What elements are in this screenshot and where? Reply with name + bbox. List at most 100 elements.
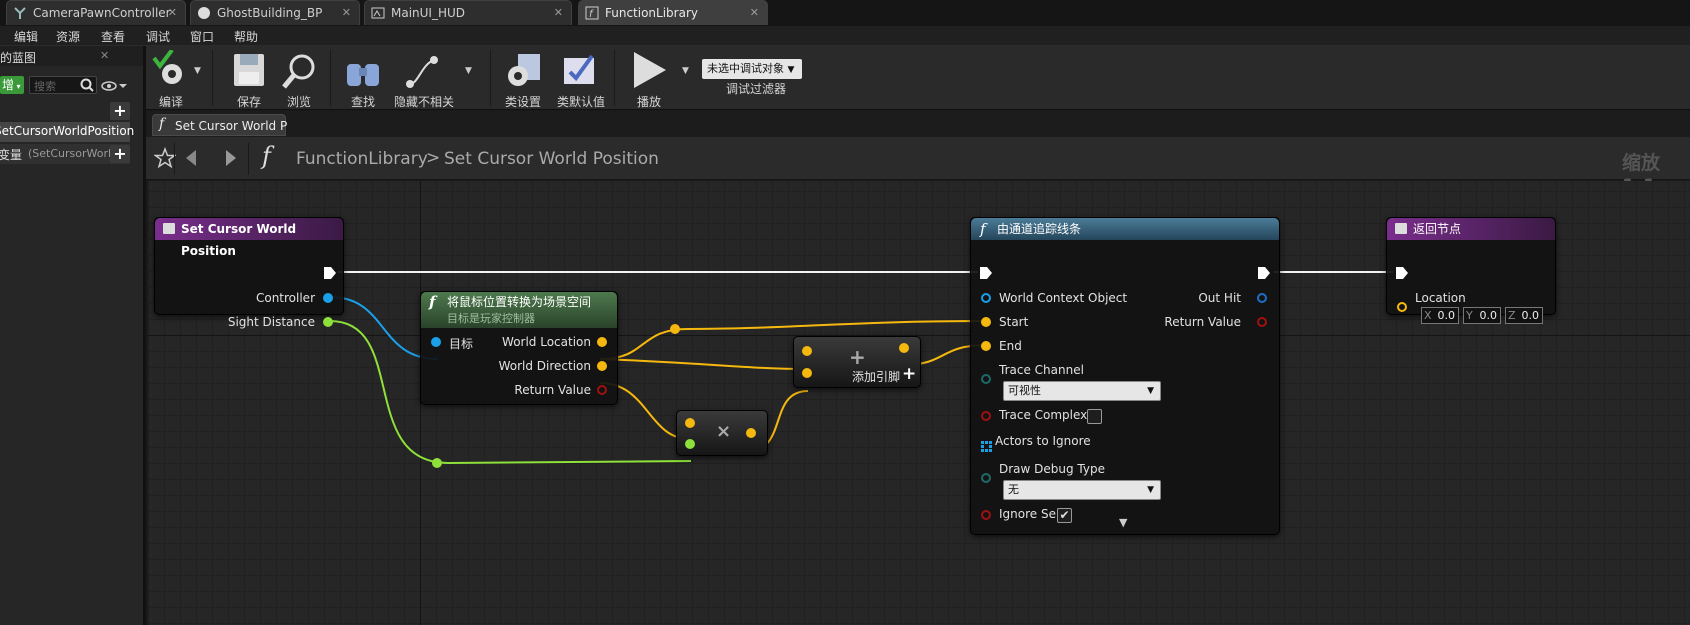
debug-object-value: 未选中调试对象 bbox=[707, 62, 784, 75]
graph-canvas[interactable]: Set Cursor World Position Controller Sig… bbox=[148, 181, 1690, 625]
menu-help[interactable]: 帮助 bbox=[234, 28, 258, 45]
add-output-pin[interactable] bbox=[899, 343, 909, 353]
function-icon: f bbox=[980, 220, 986, 238]
trace-complex-checkbox[interactable] bbox=[1087, 409, 1102, 424]
compile-button[interactable]: 编译 bbox=[144, 50, 198, 109]
controller-output-pin[interactable] bbox=[323, 293, 333, 303]
pin-label-return-value: Return Value bbox=[514, 383, 591, 397]
close-icon[interactable]: ✕ bbox=[554, 6, 563, 19]
exec-in-pin[interactable] bbox=[1395, 266, 1409, 280]
breadcrumb-root[interactable]: FunctionLibrary bbox=[296, 149, 428, 169]
dropdown-arrow-icon: ▾ bbox=[14, 82, 21, 91]
function-entry-node[interactable]: Set Cursor World Position Controller Sig… bbox=[154, 217, 344, 329]
add-input-a-pin[interactable] bbox=[802, 346, 812, 356]
return-value-output-pin[interactable] bbox=[597, 385, 607, 395]
toolbar-divider bbox=[330, 50, 331, 106]
pin-label-end: End bbox=[999, 339, 1022, 353]
menu-debug[interactable]: 调试 bbox=[146, 28, 170, 45]
toolbar-divider bbox=[174, 143, 175, 175]
hide-unrelated-chevron-icon[interactable]: ▼ bbox=[465, 66, 472, 76]
draw-debug-input-pin[interactable] bbox=[981, 473, 991, 483]
trace-complex-input-pin[interactable] bbox=[981, 411, 991, 421]
array-pin-icon[interactable] bbox=[981, 437, 992, 456]
search-placeholder: 搜索 bbox=[34, 80, 56, 93]
ignore-self-input-pin[interactable] bbox=[981, 510, 991, 520]
visibility-eye-icon[interactable] bbox=[101, 78, 127, 97]
tab-mainui-hud[interactable]: MainUI_HUD ✕ bbox=[364, 0, 572, 25]
add-new-button[interactable]: 增 ▾ bbox=[0, 76, 24, 94]
class-defaults-button[interactable]: 类默认值 bbox=[554, 50, 608, 109]
favorite-star-icon[interactable] bbox=[153, 146, 177, 173]
forward-arrow-icon[interactable] bbox=[220, 147, 240, 173]
function-list-item[interactable]: SetCursorWorldPosition bbox=[0, 122, 134, 142]
node-header: f 将鼠标位置转换为场景空间 目标是玩家控制器 bbox=[421, 292, 617, 328]
breadcrumb-current: Set Cursor World Position bbox=[444, 149, 659, 169]
sight-distance-output-pin[interactable] bbox=[323, 317, 333, 327]
add-function-button[interactable]: + bbox=[110, 102, 130, 120]
start-input-pin[interactable] bbox=[981, 317, 991, 327]
multiply-output-pin[interactable] bbox=[746, 428, 756, 438]
play-button[interactable]: 播放 bbox=[622, 50, 676, 109]
return-node[interactable]: 返回节点 Location X 0.0 Y 0.0 Z 0.0 bbox=[1386, 217, 1556, 324]
add-pin-plus-icon[interactable]: + bbox=[902, 364, 916, 384]
close-icon[interactable]: ✕ bbox=[100, 49, 109, 62]
close-icon[interactable]: ✕ bbox=[168, 6, 177, 19]
tab-label: CameraPawnController bbox=[33, 6, 171, 20]
graph-tab-set-cursor[interactable]: f Set Cursor World P bbox=[152, 114, 287, 136]
class-settings-button[interactable]: 类设置 bbox=[496, 50, 550, 109]
vector-z-field[interactable]: Z 0.0 bbox=[1505, 307, 1543, 324]
vector-multiply-node[interactable]: × bbox=[676, 410, 768, 456]
save-button[interactable]: 保存 bbox=[222, 50, 276, 109]
find-button[interactable]: 查找 bbox=[336, 50, 390, 109]
location-input-pin[interactable] bbox=[1397, 302, 1407, 312]
hide-unrelated-button[interactable]: 隐藏不相关 bbox=[392, 50, 456, 109]
deproject-mouse-node[interactable]: f 将鼠标位置转换为场景空间 目标是玩家控制器 目标 World Locatio… bbox=[420, 291, 618, 405]
back-arrow-icon[interactable] bbox=[182, 147, 202, 173]
vector-add-node[interactable]: + 添加引脚 + bbox=[793, 336, 921, 388]
exec-out-pin[interactable] bbox=[1257, 266, 1271, 280]
vector-x-value: 0.0 bbox=[1437, 309, 1456, 322]
multiply-input-a-pin[interactable] bbox=[685, 418, 695, 428]
debug-object-dropdown[interactable]: 未选中调试对象 ▼ bbox=[702, 59, 802, 79]
find-binoculars-icon bbox=[347, 64, 379, 86]
world-location-output-pin[interactable] bbox=[597, 337, 607, 347]
add-local-variable-button[interactable]: + bbox=[110, 145, 130, 163]
vector-z-value: 0.0 bbox=[1521, 309, 1540, 322]
vector-y-field[interactable]: Y 0.0 bbox=[1463, 307, 1501, 324]
add-input-b-pin[interactable] bbox=[802, 368, 812, 378]
target-input-pin[interactable] bbox=[431, 337, 441, 347]
world-context-input-pin[interactable] bbox=[981, 293, 991, 303]
close-icon[interactable]: ✕ bbox=[750, 6, 759, 19]
tab-camera-pawn-controller[interactable]: CameraPawnController ✕ bbox=[6, 0, 186, 25]
tab-function-library[interactable]: f FunctionLibrary ✕ bbox=[578, 0, 768, 25]
return-value-output-pin[interactable] bbox=[1257, 317, 1267, 327]
debug-filter-label: 调试过滤器 bbox=[726, 82, 787, 96]
toolbar-divider bbox=[614, 50, 615, 106]
trace-channel-input-pin[interactable] bbox=[981, 374, 991, 384]
draw-debug-dropdown[interactable]: 无 ▼ bbox=[1003, 480, 1161, 500]
browse-button[interactable]: 浏览 bbox=[272, 50, 326, 109]
close-icon[interactable]: ✕ bbox=[342, 6, 351, 19]
exec-out-pin[interactable] bbox=[323, 266, 337, 280]
exec-in-pin[interactable] bbox=[979, 266, 993, 280]
tab-ghost-building-bp[interactable]: GhostBuilding_BP ✕ bbox=[190, 0, 360, 25]
multiply-input-b-pin[interactable] bbox=[685, 439, 695, 449]
world-direction-output-pin[interactable] bbox=[597, 361, 607, 371]
entry-node-icon bbox=[163, 223, 175, 234]
menu-window[interactable]: 窗口 bbox=[190, 28, 214, 45]
trace-channel-value: 可视性 bbox=[1008, 384, 1041, 397]
ignore-self-checkbox[interactable]: ✔ bbox=[1057, 508, 1072, 523]
expand-advanced-arrow-icon[interactable]: ▼ bbox=[1119, 516, 1127, 529]
trace-channel-dropdown[interactable]: 可视性 ▼ bbox=[1003, 381, 1161, 401]
class-settings-icon bbox=[508, 54, 540, 86]
menu-view[interactable]: 查看 bbox=[101, 28, 125, 45]
compile-options-chevron-icon[interactable]: ▼ bbox=[194, 66, 201, 76]
menu-edit[interactable]: 编辑 bbox=[14, 28, 38, 45]
vector-x-field[interactable]: X 0.0 bbox=[1421, 307, 1459, 324]
out-hit-output-pin[interactable] bbox=[1257, 293, 1267, 303]
line-trace-by-channel-node[interactable]: f 由通道追踪线条 World Context Object Out Hit S… bbox=[970, 217, 1280, 535]
end-input-pin[interactable] bbox=[981, 341, 991, 351]
menu-asset[interactable]: 资源 bbox=[56, 28, 80, 45]
play-options-chevron-icon[interactable]: ▼ bbox=[682, 66, 689, 76]
search-field[interactable]: 搜索 bbox=[29, 76, 97, 94]
